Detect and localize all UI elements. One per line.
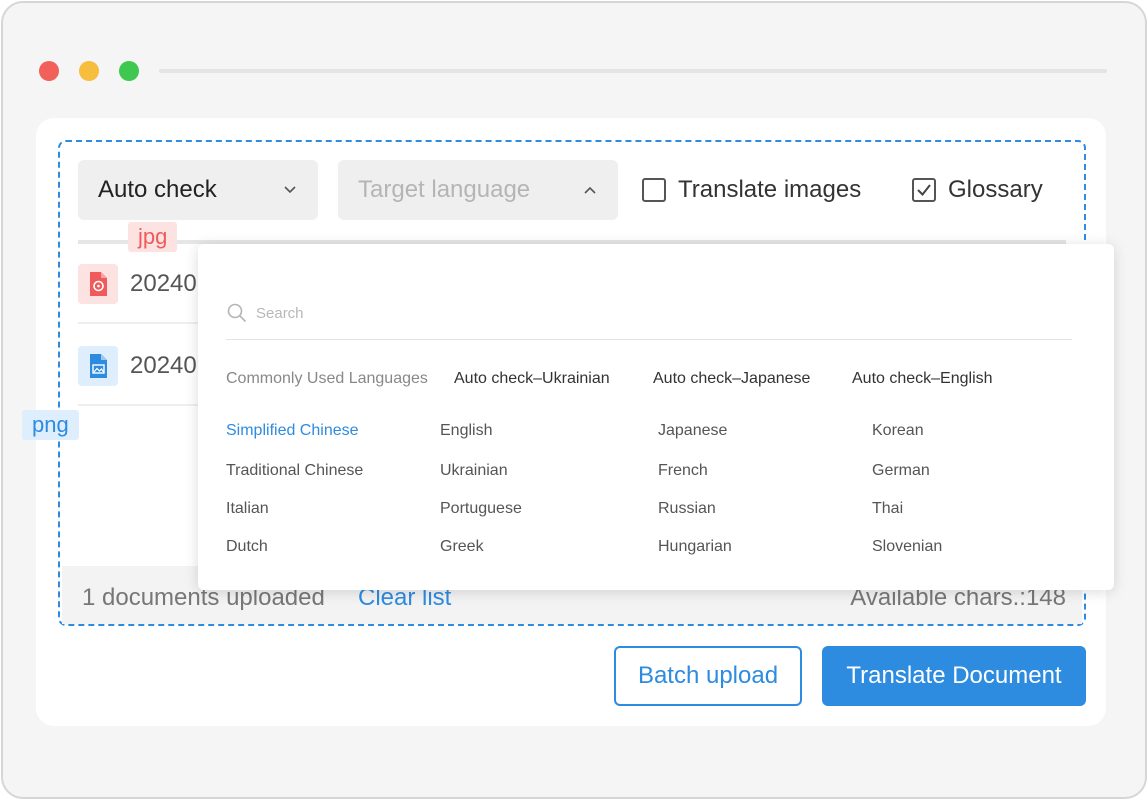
image-file-icon [78, 346, 118, 386]
minimize-window-button[interactable] [79, 61, 99, 81]
translate-images-label: Translate images [678, 176, 862, 203]
jpg-tag: jpg [128, 222, 178, 252]
image-file-icon [78, 264, 118, 304]
translate-images-option[interactable]: Translate images [642, 176, 861, 204]
glossary-checkbox[interactable] [912, 178, 936, 202]
batch-upload-button[interactable]: Batch upload [614, 646, 802, 706]
language-option[interactable]: Traditional Chinese [226, 462, 363, 480]
translate-document-button[interactable]: Translate Document [822, 646, 1086, 706]
common-language-item[interactable]: Auto check–Ukrainian [454, 370, 653, 388]
language-search-input[interactable] [256, 300, 1056, 326]
target-language-placeholder: Target language [358, 176, 531, 203]
chevron-up-icon [584, 186, 596, 194]
common-languages-label: Commonly Used Languages [226, 370, 428, 387]
target-language-dropdown: Commonly Used Languages Auto check–Ukrai… [198, 244, 1114, 590]
translate-images-checkbox[interactable] [642, 178, 666, 202]
close-window-button[interactable] [39, 61, 59, 81]
file-name: 20240 [130, 352, 197, 379]
language-option[interactable]: English [440, 422, 492, 440]
common-language-item[interactable]: Auto check–English [852, 370, 1051, 388]
language-option[interactable]: Portuguese [440, 500, 522, 518]
glossary-option[interactable]: Glossary [912, 176, 1043, 204]
checkmark-icon [917, 184, 931, 197]
language-option[interactable]: Slovenian [872, 538, 942, 556]
source-language-select[interactable]: Auto check [78, 160, 318, 220]
language-search [226, 300, 1072, 340]
source-language-value: Auto check [98, 176, 217, 203]
language-option[interactable]: Korean [872, 422, 924, 440]
glossary-label: Glossary [948, 176, 1043, 203]
language-option[interactable]: Greek [440, 538, 484, 556]
png-tag: png [22, 410, 79, 440]
language-option-selected[interactable]: Simplified Chinese [226, 422, 359, 440]
language-option[interactable]: French [658, 462, 708, 480]
language-option[interactable]: Russian [658, 500, 716, 518]
language-option[interactable]: German [872, 462, 930, 480]
target-language-select[interactable]: Target language [338, 160, 618, 220]
file-name: 20240 [130, 270, 197, 297]
language-option[interactable]: Thai [872, 500, 903, 518]
language-option[interactable]: Dutch [226, 538, 268, 556]
search-icon [227, 303, 247, 323]
common-language-item[interactable]: Auto check–Japanese [653, 370, 852, 388]
language-option[interactable]: Japanese [658, 422, 727, 440]
common-languages-row: Commonly Used Languages Auto check–Ukrai… [226, 370, 1051, 388]
chevron-down-icon [284, 186, 296, 194]
language-option[interactable]: Ukrainian [440, 462, 508, 480]
language-option[interactable]: Hungarian [658, 538, 732, 556]
language-option[interactable]: Italian [226, 500, 269, 518]
title-bar-placeholder [159, 69, 1107, 73]
maximize-window-button[interactable] [119, 61, 139, 81]
